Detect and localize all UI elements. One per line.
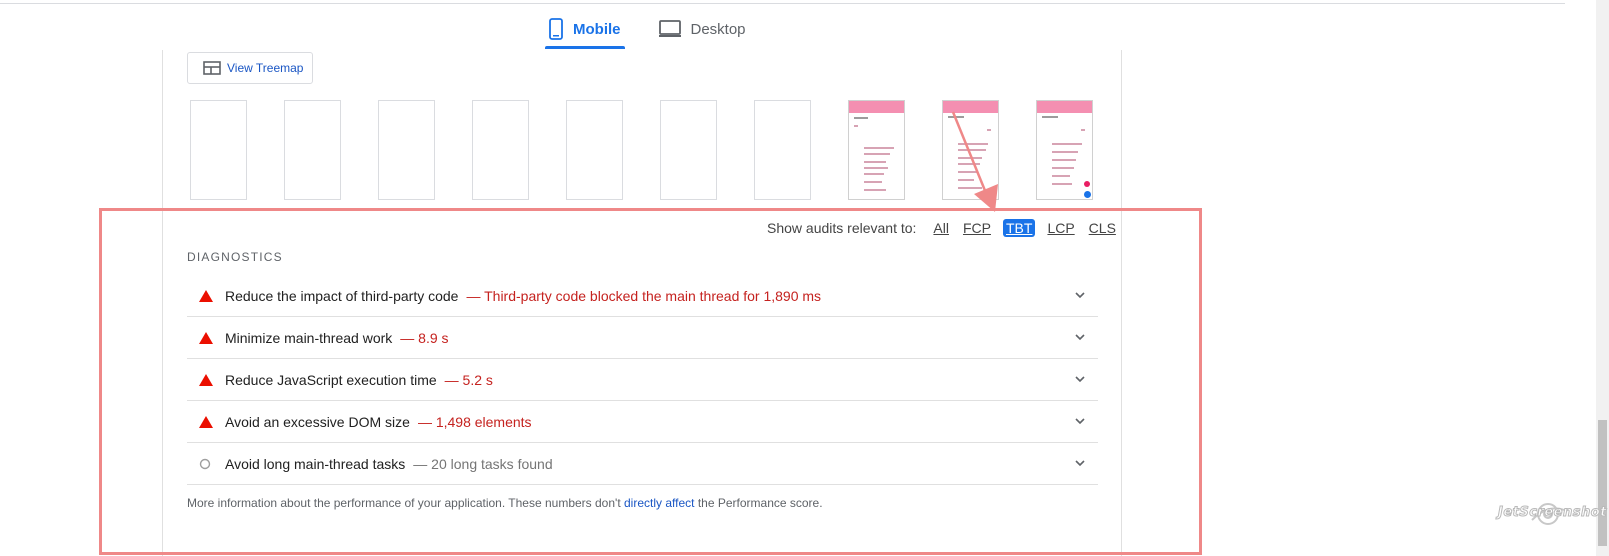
- filmstrip-frame: [284, 100, 341, 200]
- top-divider: [0, 0, 1565, 4]
- chevron-down-icon[interactable]: [1074, 373, 1086, 385]
- footnote-text: More information about the performance o…: [187, 496, 621, 510]
- page: Mobile Desktop View Treemap Show audits …: [0, 0, 1609, 556]
- filmstrip-frame: [566, 100, 623, 200]
- chevron-down-icon[interactable]: [1074, 415, 1086, 427]
- audit-display-value: — Third-party code blocked the main thre…: [466, 287, 822, 304]
- audit-row[interactable]: Reduce JavaScript execution time — 5.2 s: [187, 359, 1098, 401]
- filmstrip-frame: [378, 100, 435, 200]
- audit-title: Minimize main-thread work: [225, 329, 393, 346]
- info-circle-icon: [187, 458, 213, 470]
- chevron-down-icon[interactable]: [1074, 457, 1086, 469]
- fail-triangle-icon: [187, 415, 213, 428]
- audit-row[interactable]: Minimize main-thread work — 8.9 s: [187, 317, 1098, 359]
- tab-desktop-label: Desktop: [690, 20, 746, 38]
- scrollbar-thumb[interactable]: [1598, 420, 1607, 546]
- audit-title: Avoid an excessive DOM size: [225, 413, 410, 430]
- view-treemap-button[interactable]: View Treemap: [187, 52, 313, 84]
- tab-desktop[interactable]: Desktop: [655, 10, 750, 48]
- filmstrip-frame: [190, 100, 247, 200]
- fail-triangle-icon: [187, 331, 213, 344]
- watermark-text: JetScreenshot: [1498, 505, 1607, 521]
- filmstrip-frame: [754, 100, 811, 200]
- filter-tbt[interactable]: TBT: [1002, 219, 1036, 237]
- fail-triangle-icon: [187, 373, 213, 386]
- audit-display-value: — 20 long tasks found: [413, 455, 553, 472]
- tab-mobile-label: Mobile: [573, 20, 621, 38]
- view-treemap-label: View Treemap: [227, 61, 304, 75]
- fail-triangle-icon: [187, 289, 213, 302]
- filmstrip-frame: [660, 100, 717, 200]
- audit-row[interactable]: Avoid long main-thread tasks — 20 long t…: [187, 443, 1098, 485]
- chevron-down-icon[interactable]: [1074, 289, 1086, 301]
- diagnostics-footnote: More information about the performance o…: [187, 496, 823, 510]
- tab-mobile[interactable]: Mobile: [545, 10, 625, 49]
- diagnostics-heading: DIAGNOSTICS: [187, 250, 283, 264]
- audit-row[interactable]: Reduce the impact of third-party code — …: [187, 275, 1098, 317]
- filter-cls[interactable]: CLS: [1087, 219, 1118, 237]
- audit-row[interactable]: Avoid an excessive DOM size — 1,498 elem…: [187, 401, 1098, 443]
- filter-lcp[interactable]: LCP: [1045, 219, 1076, 237]
- filter-all[interactable]: All: [931, 219, 951, 237]
- filter-fcp[interactable]: FCP: [961, 219, 993, 237]
- chevron-down-icon[interactable]: [1074, 331, 1086, 343]
- filmstrip-frame-rendered: [1036, 100, 1093, 200]
- audit-list: Reduce the impact of third-party code — …: [187, 275, 1098, 485]
- annotation-arrow: [951, 111, 998, 212]
- audit-filter: Show audits relevant to: All FCP TBT LCP…: [767, 219, 1128, 237]
- desktop-icon: [658, 20, 681, 38]
- footnote-text-end: the Performance score.: [697, 496, 823, 510]
- audit-filter-label: Show audits relevant to:: [767, 220, 917, 236]
- treemap-icon: [203, 61, 221, 75]
- device-tabs: Mobile Desktop: [545, 10, 780, 49]
- directly-affect-link[interactable]: directly affect: [624, 496, 694, 510]
- filmstrip-frame-rendered: [848, 100, 905, 200]
- audit-display-value: — 5.2 s: [444, 371, 493, 388]
- audit-display-value: — 8.9 s: [400, 329, 449, 346]
- audit-title: Avoid long main-thread tasks: [225, 455, 406, 472]
- audit-display-value: — 1,498 elements: [417, 413, 532, 430]
- audit-title: Reduce the impact of third-party code: [225, 287, 459, 304]
- filmstrip-frame: [472, 100, 529, 200]
- audit-title: Reduce JavaScript execution time: [225, 371, 437, 388]
- mobile-icon: [549, 18, 563, 40]
